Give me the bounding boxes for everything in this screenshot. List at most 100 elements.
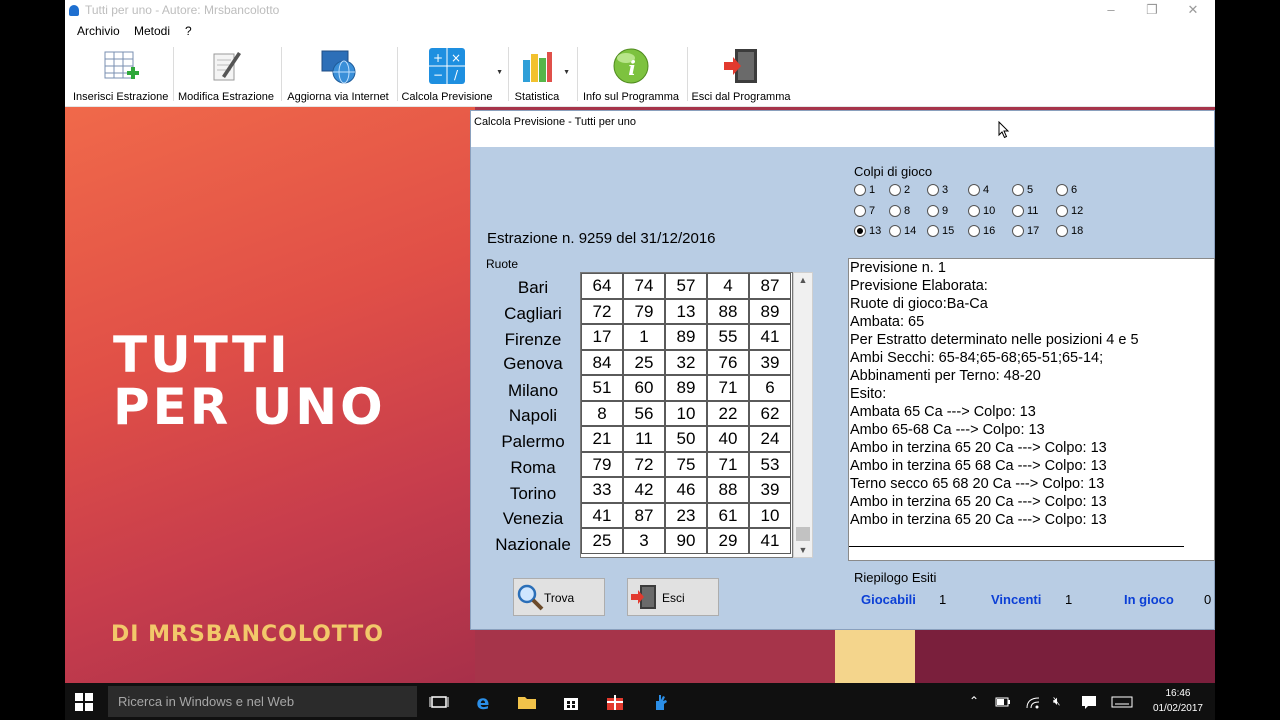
number-cell[interactable]: 72	[623, 451, 665, 477]
radio-circle[interactable]	[1012, 225, 1024, 238]
minimize-button[interactable]: –	[1091, 0, 1131, 21]
taskbar-clock[interactable]: 16:46 01/02/2017	[1153, 686, 1203, 716]
colpo-radio[interactable]: 16	[968, 225, 995, 241]
number-cell[interactable]: 41	[581, 502, 623, 528]
tutti-per-uno-app-icon[interactable]	[651, 692, 671, 712]
number-cell[interactable]: 61	[707, 502, 749, 528]
windows-start-icon[interactable]	[75, 693, 93, 711]
number-cell[interactable]: 25	[623, 349, 665, 375]
number-cell[interactable]: 89	[665, 324, 707, 350]
colpo-radio[interactable]: 5	[1012, 184, 1033, 200]
dropdown-arrow-icon[interactable]: ▼	[563, 69, 570, 76]
number-cell[interactable]: 4	[707, 273, 749, 299]
colpo-radio[interactable]: 4	[968, 184, 989, 200]
dialog-titlebar[interactable]: Calcola Previsione - Tutti per uno	[471, 111, 1214, 147]
number-cell[interactable]: 53	[749, 451, 791, 477]
edge-browser-icon[interactable]: e	[473, 692, 493, 712]
number-cell[interactable]: 64	[581, 273, 623, 299]
task-view-icon[interactable]	[429, 692, 449, 712]
colpo-radio[interactable]: 13	[854, 225, 881, 241]
number-cell[interactable]: 87	[749, 273, 791, 299]
radio-circle[interactable]	[927, 205, 939, 218]
number-cell[interactable]: 6	[749, 375, 791, 401]
statistica-button[interactable]: Statistica ▼	[512, 41, 570, 107]
number-cell[interactable]: 22	[707, 400, 749, 426]
maximize-button[interactable]: ❐	[1132, 0, 1172, 21]
colpo-radio[interactable]: 6	[1056, 184, 1077, 200]
number-cell[interactable]: 71	[707, 375, 749, 401]
number-cell[interactable]: 23	[665, 502, 707, 528]
info-programma-button[interactable]: i Info sul Programma	[581, 41, 681, 107]
number-cell[interactable]: 33	[581, 477, 623, 503]
number-cell[interactable]: 11	[623, 426, 665, 452]
number-cell[interactable]: 57	[665, 273, 707, 299]
number-cell[interactable]: 76	[707, 349, 749, 375]
radio-circle[interactable]	[968, 184, 980, 197]
number-cell[interactable]: 46	[665, 477, 707, 503]
number-cell[interactable]: 79	[623, 298, 665, 324]
colpo-radio[interactable]: 11	[1012, 205, 1038, 221]
number-cell[interactable]: 24	[749, 426, 791, 452]
number-cell[interactable]: 88	[707, 477, 749, 503]
calcola-previsione-button[interactable]: + × − / Calcola Previsione ▼	[401, 41, 503, 107]
number-cell[interactable]: 55	[707, 324, 749, 350]
window-titlebar[interactable]: Tutti per uno - Autore: Mrsbancolotto – …	[65, 0, 1215, 21]
number-cell[interactable]: 40	[707, 426, 749, 452]
number-cell[interactable]: 84	[581, 349, 623, 375]
number-cell[interactable]: 8	[581, 400, 623, 426]
number-cell[interactable]: 50	[665, 426, 707, 452]
number-cell[interactable]: 41	[749, 528, 791, 554]
number-cell[interactable]: 87	[623, 502, 665, 528]
dropdown-arrow-icon[interactable]: ▼	[496, 69, 503, 76]
number-cell[interactable]: 3	[623, 528, 665, 554]
radio-circle[interactable]	[927, 184, 939, 197]
gift-app-icon[interactable]	[605, 692, 625, 712]
menu-metodi[interactable]: Metodi	[134, 24, 170, 38]
inserisci-estrazione-button[interactable]: Inserisci Estrazione	[73, 41, 168, 107]
number-cell[interactable]: 10	[749, 502, 791, 528]
radio-circle[interactable]	[1056, 225, 1068, 238]
radio-circle[interactable]	[854, 205, 866, 218]
menu-archivio[interactable]: Archivio	[77, 24, 120, 38]
number-cell[interactable]: 41	[749, 324, 791, 350]
colpo-radio[interactable]: 8	[889, 205, 910, 221]
colpo-radio[interactable]: 15	[927, 225, 954, 241]
number-cell[interactable]: 29	[707, 528, 749, 554]
scroll-thumb[interactable]	[796, 527, 810, 541]
radio-circle[interactable]	[1056, 184, 1068, 197]
radio-circle[interactable]	[1012, 205, 1024, 218]
number-cell[interactable]: 89	[665, 375, 707, 401]
store-icon[interactable]	[561, 692, 581, 712]
esci-button[interactable]: Esci	[627, 578, 719, 616]
number-cell[interactable]: 32	[665, 349, 707, 375]
radio-circle[interactable]	[854, 225, 866, 238]
tray-chevron-icon[interactable]: ⌃	[969, 694, 979, 708]
battery-icon[interactable]	[995, 694, 1011, 710]
number-cell[interactable]: 42	[623, 477, 665, 503]
colpo-radio[interactable]: 17	[1012, 225, 1039, 241]
grid-scrollbar[interactable]: ▲ ▼	[793, 272, 813, 558]
notifications-icon[interactable]	[1081, 694, 1097, 710]
number-cell[interactable]: 13	[665, 298, 707, 324]
number-cell[interactable]: 60	[623, 375, 665, 401]
number-cell[interactable]: 71	[707, 451, 749, 477]
modifica-estrazione-button[interactable]: Modifica Estrazione	[177, 41, 275, 107]
radio-circle[interactable]	[968, 205, 980, 218]
number-cell[interactable]: 39	[749, 477, 791, 503]
number-cell[interactable]: 51	[581, 375, 623, 401]
number-cell[interactable]: 79	[581, 451, 623, 477]
number-cell[interactable]: 62	[749, 400, 791, 426]
keyboard-icon[interactable]	[1111, 694, 1133, 710]
radio-circle[interactable]	[889, 205, 901, 218]
radio-circle[interactable]	[927, 225, 939, 238]
number-cell[interactable]: 74	[623, 273, 665, 299]
file-explorer-icon[interactable]	[517, 692, 537, 712]
number-cell[interactable]: 75	[665, 451, 707, 477]
number-cell[interactable]: 89	[749, 298, 791, 324]
scroll-up-icon[interactable]: ▲	[794, 275, 812, 285]
number-cell[interactable]: 25	[581, 528, 623, 554]
number-cell[interactable]: 90	[665, 528, 707, 554]
close-button[interactable]: ✕	[1173, 0, 1213, 21]
radio-circle[interactable]	[854, 184, 866, 197]
volume-muted-icon[interactable]: 🔇︎	[1053, 694, 1061, 709]
